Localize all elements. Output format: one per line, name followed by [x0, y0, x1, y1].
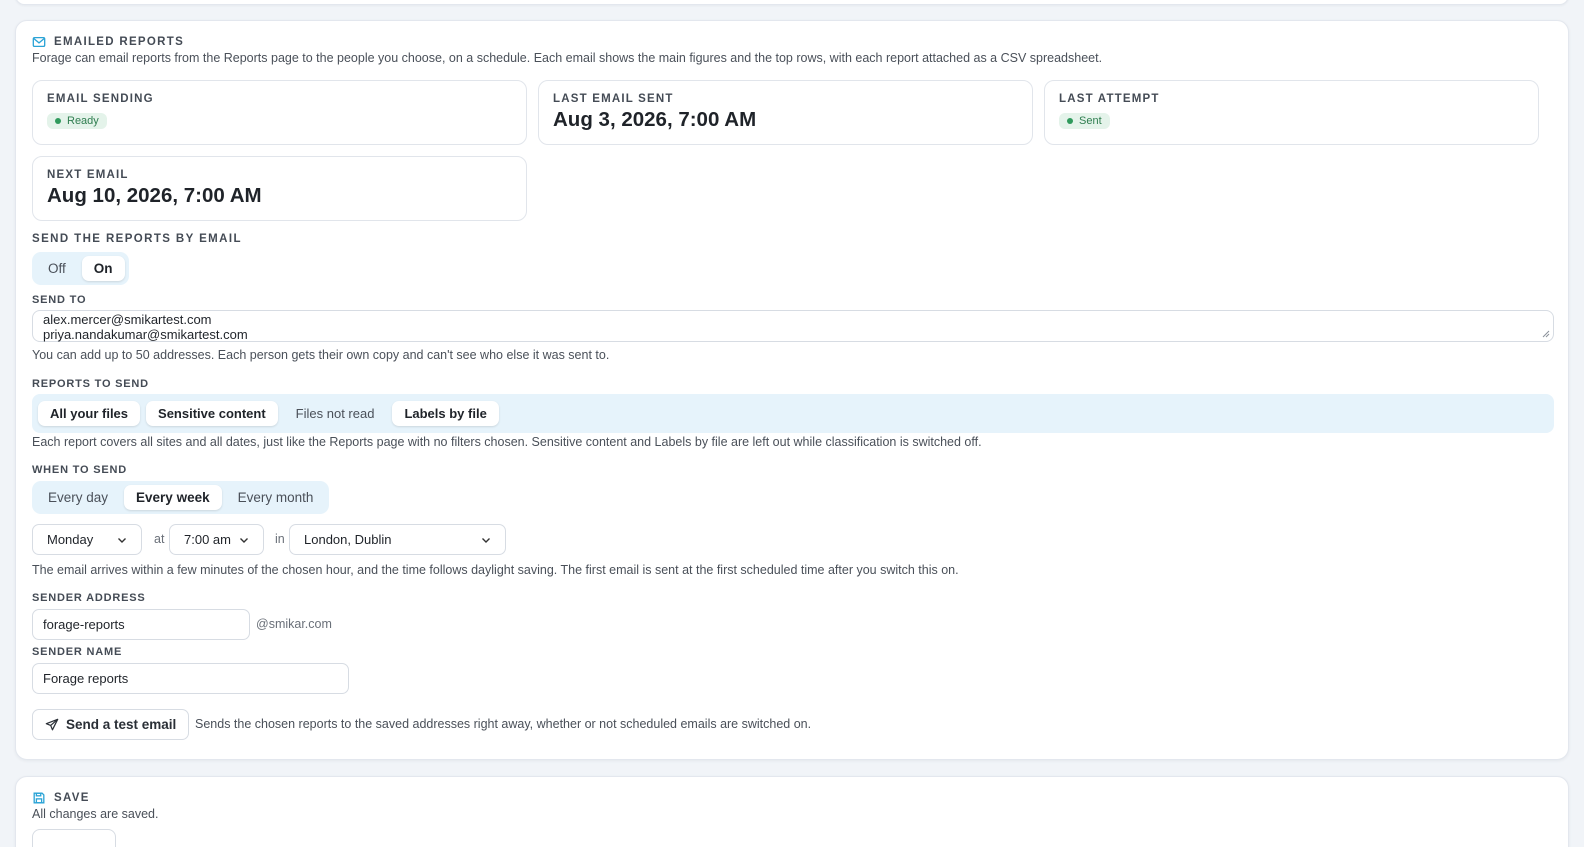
timezone-select-value: London, Dublin: [304, 532, 392, 547]
send-to-help: You can add up to 50 addresses. Each per…: [32, 348, 610, 362]
time-select-value: 7:00 am: [184, 532, 231, 547]
report-chip-labels-by-file[interactable]: Labels by file: [392, 401, 499, 426]
status-dot-icon: [1067, 118, 1073, 124]
toggle-on[interactable]: On: [81, 256, 125, 281]
toggle-off[interactable]: Off: [36, 256, 78, 281]
frequency-weekly[interactable]: Every week: [124, 485, 222, 510]
sender-address-input[interactable]: forage-reports: [32, 609, 250, 640]
last-email-sent-value: Aug 3, 2026, 7:00 AM: [553, 108, 757, 131]
in-word: in: [275, 532, 285, 546]
day-select[interactable]: Monday: [32, 524, 142, 555]
frequency-monthly[interactable]: Every month: [226, 485, 326, 510]
resize-grip-icon[interactable]: [1542, 330, 1550, 338]
last-attempt-stat: LAST ATTEMPT Sent: [1044, 80, 1539, 145]
send-test-email-label: Send a test email: [66, 717, 177, 732]
day-select-value: Monday: [47, 532, 94, 547]
send-toggle: Off On: [32, 252, 129, 285]
chevron-down-icon: [240, 537, 248, 543]
chevron-down-icon: [482, 537, 490, 543]
sender-name-label: SENDER NAME: [32, 646, 123, 658]
status-badge: Ready: [47, 113, 107, 129]
last-attempt-label: LAST ATTEMPT: [1059, 93, 1160, 105]
next-email-stat: NEXT EMAIL Aug 10, 2026, 7:00 AM: [32, 156, 527, 221]
last-attempt-badge: Sent: [1079, 115, 1102, 127]
timezone-select[interactable]: London, Dublin: [289, 524, 506, 555]
reports-help: Each report covers all sites and all dat…: [32, 435, 982, 449]
email-sending-label: EMAIL SENDING: [47, 93, 154, 105]
schedule-help: The email arrives within a few minutes o…: [32, 563, 959, 577]
send-to-label: SEND TO: [32, 294, 87, 306]
save-header: SAVE: [32, 791, 90, 805]
report-chip-files-not-read[interactable]: Files not read: [284, 401, 387, 426]
emailed-reports-title: EMAILED REPORTS: [54, 36, 185, 48]
emailed-reports-header: EMAILED REPORTS: [32, 35, 184, 49]
sender-name-input[interactable]: Forage reports: [32, 663, 349, 694]
email-sending-stat: EMAIL SENDING Ready: [32, 80, 527, 145]
report-chip-all-files[interactable]: All your files: [38, 401, 141, 426]
reports-selector: All your files Sensitive content Files n…: [32, 394, 1554, 433]
next-email-value: Aug 10, 2026, 7:00 AM: [47, 184, 262, 207]
save-card: SAVE All changes are saved.: [15, 776, 1569, 847]
save-button[interactable]: [32, 829, 116, 847]
send-test-email-help: Sends the chosen reports to the saved ad…: [195, 717, 812, 731]
status-dot-icon: [55, 118, 61, 124]
schedule-label: WHEN TO SEND: [32, 464, 127, 476]
emailed-reports-card: EMAILED REPORTS Forage can email reports…: [15, 20, 1569, 760]
status-badge: Sent: [1059, 113, 1110, 129]
previous-card-edge: [15, 0, 1569, 5]
chevron-down-icon: [118, 537, 126, 543]
send-to-line: alex.mercer@smikartest.com: [43, 312, 212, 327]
save-status: All changes are saved.: [32, 807, 159, 821]
reports-label: REPORTS TO SEND: [32, 378, 149, 390]
email-sending-badge: Ready: [67, 115, 99, 127]
sender-domain-suffix: @smikar.com: [256, 617, 332, 631]
send-test-email-button[interactable]: Send a test email: [32, 709, 190, 740]
frequency-selector: Every day Every week Every month: [32, 481, 330, 514]
last-email-sent-label: LAST EMAIL SENT: [553, 93, 674, 105]
send-to-textarea[interactable]: alex.mercer@smikartest.com priya.nandaku…: [32, 310, 1554, 342]
at-word: at: [154, 532, 165, 546]
next-email-label: NEXT EMAIL: [47, 169, 129, 181]
save-icon: [33, 792, 45, 804]
emailed-reports-description: Forage can email reports from the Report…: [32, 51, 1103, 65]
send-toggle-label: SEND THE REPORTS BY EMAIL: [32, 233, 242, 245]
mail-icon: [32, 36, 46, 48]
report-chip-sensitive-content[interactable]: Sensitive content: [146, 401, 278, 426]
send-to-line: priya.nandakumar@smikartest.com: [43, 327, 248, 342]
save-title: SAVE: [54, 792, 90, 804]
frequency-daily[interactable]: Every day: [36, 485, 120, 510]
time-select[interactable]: 7:00 am: [169, 524, 264, 555]
last-email-sent-stat: LAST EMAIL SENT Aug 3, 2026, 7:00 AM: [538, 80, 1033, 145]
sender-address-label: SENDER ADDRESS: [32, 592, 146, 604]
send-icon: [45, 718, 59, 730]
